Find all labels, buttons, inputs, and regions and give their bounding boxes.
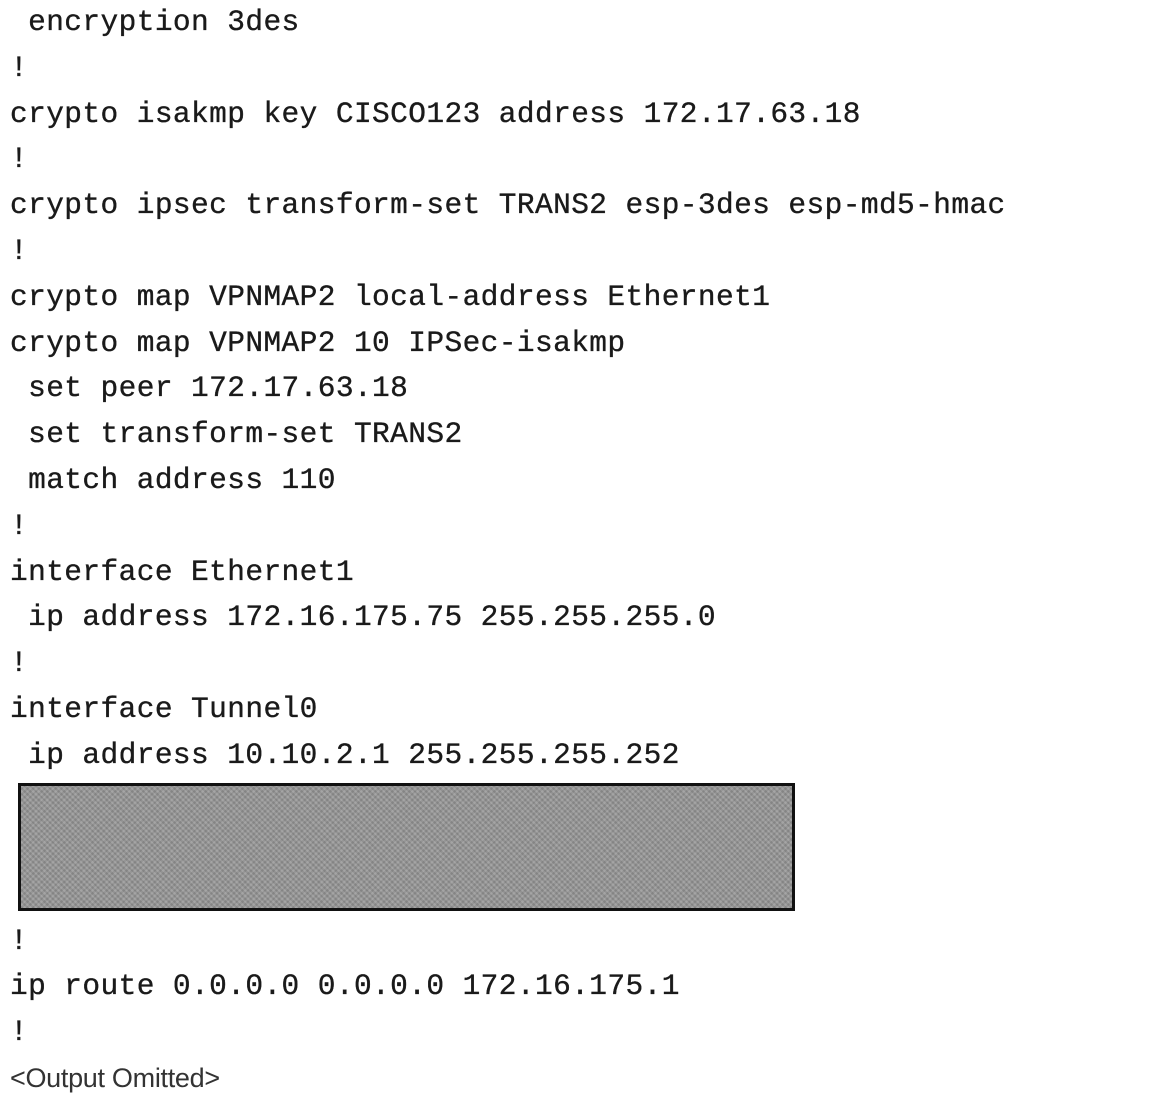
redacted-area — [10, 779, 1155, 919]
config-line: crypto map VPNMAP2 10 IPSec-isakmp — [10, 325, 626, 360]
config-listing: encryption 3des ! crypto isakmp key CISC… — [10, 0, 1155, 1101]
config-line: set transform-set TRANS2 — [10, 417, 463, 452]
config-line: set peer 172.17.63.18 — [10, 371, 409, 406]
config-line: interface Tunnel0 — [10, 691, 318, 726]
config-line: ip route 0.0.0.0 0.0.0.0 172.16.175.1 — [10, 969, 680, 1004]
config-line: ! — [10, 233, 29, 268]
config-line: interface Ethernet1 — [10, 554, 354, 589]
config-line: ip address 10.10.2.1 255.255.255.252 — [10, 737, 680, 772]
config-line: ! — [10, 50, 29, 85]
redacted-block — [18, 782, 795, 911]
config-line: ! — [10, 1015, 29, 1050]
config-line: encryption 3des — [10, 5, 300, 39]
config-line: ! — [10, 923, 29, 958]
config-line: crypto map VPNMAP2 local-address Etherne… — [10, 279, 771, 314]
config-line: ! — [10, 646, 29, 681]
config-line: match address 110 — [10, 462, 336, 497]
config-line: ! — [10, 508, 29, 543]
config-line: crypto isakmp key CISCO123 address 172.1… — [10, 96, 861, 131]
config-line: ip address 172.16.175.75 255.255.255.0 — [10, 600, 717, 635]
config-line: crypto ipsec transform-set TRANS2 esp-3d… — [10, 188, 1006, 223]
config-line: ! — [10, 142, 29, 177]
output-omitted-note: <Output Omitted> — [10, 1062, 220, 1093]
